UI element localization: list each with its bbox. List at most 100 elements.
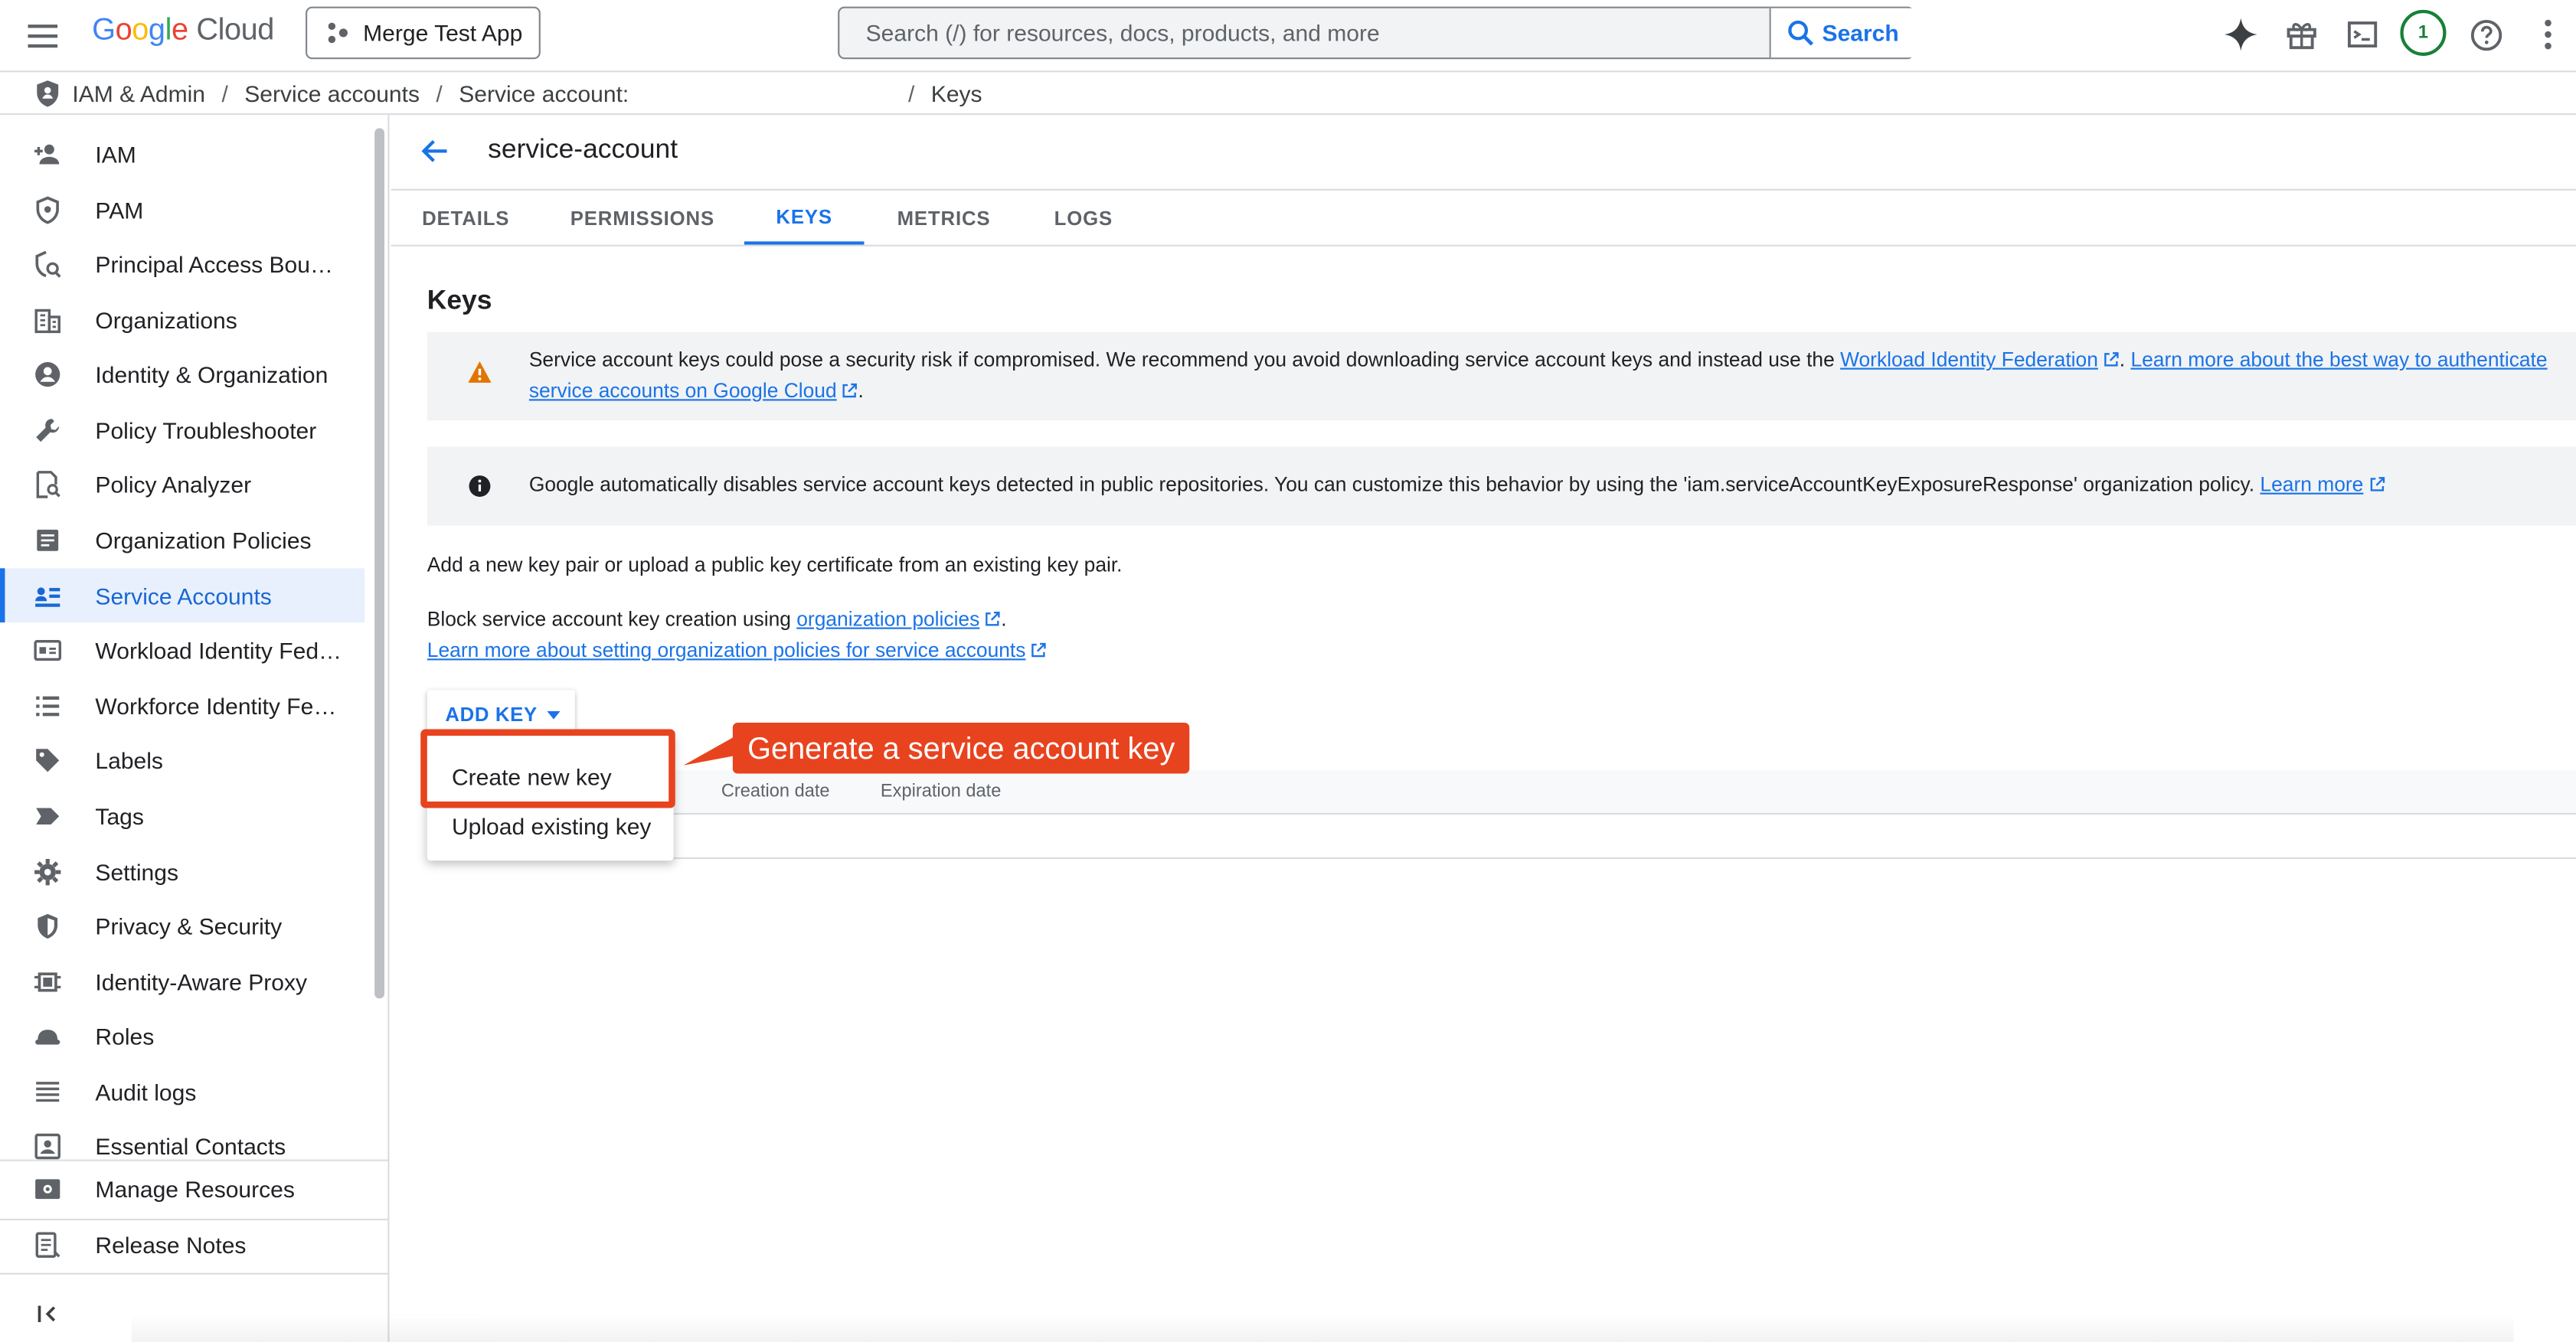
search-icon <box>1788 20 1814 46</box>
sidebar-item-label: Manage Resources <box>95 1175 295 1202</box>
sidebar-item-label: Organization Policies <box>95 526 312 553</box>
warning-text-tail: . <box>858 379 864 403</box>
gemini-sparkle-icon[interactable] <box>2219 13 2262 56</box>
organization-policies-link[interactable]: organization policies <box>796 608 979 631</box>
notifications-badge[interactable]: 1 <box>2400 9 2447 56</box>
gear-icon <box>34 859 61 886</box>
tab-logs[interactable]: LOGS <box>1040 191 1127 245</box>
tab-metrics[interactable]: METRICS <box>884 191 1004 245</box>
contact-icon <box>34 1133 60 1160</box>
sidebar-item-label: Labels <box>95 746 163 773</box>
sidebar-item-label: Essential Contacts <box>95 1132 286 1159</box>
wrench-icon <box>36 419 60 442</box>
sidebar-item-workforce-identity-federation[interactable]: Workforce Identity Fed... <box>0 678 364 733</box>
project-picker-button[interactable]: Merge Test App <box>306 6 541 60</box>
sidebar-item-label: Audit logs <box>95 1078 197 1105</box>
sidebar-scrollbar[interactable] <box>374 128 385 999</box>
authenticate-on-google-cloud-link[interactable]: service accounts on Google Cloud <box>529 380 837 403</box>
logo-letter: o <box>115 11 132 47</box>
main-menu-icon[interactable] <box>23 16 62 55</box>
tab-details[interactable]: DETAILS <box>391 191 541 245</box>
sidebar-item-service-accounts[interactable]: Service Accounts <box>0 568 365 623</box>
column-expiration-date: Expiration date <box>880 782 1002 802</box>
logo-cloud-text: Cloud <box>196 11 274 47</box>
tabs-divider <box>391 244 2576 247</box>
sidebar-item-organizations[interactable]: Organizations <box>0 292 364 347</box>
search-box: Search <box>838 6 1916 60</box>
breadcrumb-service-accounts[interactable]: Service accounts <box>244 80 420 106</box>
menu-upload-existing-key[interactable]: Upload existing key <box>427 803 674 849</box>
breadcrumb-iam-admin[interactable]: IAM & Admin <box>72 80 205 106</box>
sidebar-item-label: Settings <box>95 857 178 885</box>
collapse-sidebar-icon[interactable] <box>33 1301 63 1327</box>
sidebar-item-identity-aware-proxy[interactable]: Identity-Aware Proxy <box>0 954 364 1008</box>
external-link-icon <box>1031 642 1047 658</box>
sidebar-item-privacy-security[interactable]: Privacy & Security <box>0 899 364 953</box>
id-card-icon <box>34 640 62 661</box>
breadcrumb-service-account[interactable]: Service account: <box>459 80 629 106</box>
best-way-to-authenticate-link[interactable]: Learn more about the best way to authent… <box>2130 348 2547 371</box>
gift-icon[interactable] <box>2280 13 2323 56</box>
sidebar-item-label: Roles <box>95 1022 155 1049</box>
sidebar-item-label: Policy Troubleshooter <box>95 416 317 443</box>
sidebar-item-label: PAM <box>95 196 144 223</box>
breadcrumb-separator: / <box>908 80 915 106</box>
breadcrumb: IAM & Admin / Service accounts / Service… <box>0 72 2576 116</box>
sidebar-item-pam[interactable]: PAM <box>0 182 364 237</box>
sidebar-item-roles[interactable]: Roles <box>0 1008 364 1063</box>
sidebar-item-organization-policies[interactable]: Organization Policies <box>0 512 364 567</box>
info-icon <box>469 475 491 497</box>
sidebar-item-labels[interactable]: Labels <box>0 733 364 787</box>
create-key-highlight <box>420 729 675 808</box>
back-arrow-icon[interactable] <box>419 135 452 168</box>
lines-icon <box>36 1082 60 1102</box>
sidebar-item-tags[interactable]: Tags <box>0 789 364 843</box>
security-warning-banner: Service account keys could pose a securi… <box>427 331 2576 421</box>
info-learn-more-link[interactable]: Learn more <box>2260 473 2363 496</box>
info-text: Google automatically disables service ac… <box>528 472 2261 496</box>
column-creation-date: Creation date <box>721 782 830 802</box>
sidebar-item-iam[interactable]: IAM <box>0 126 364 181</box>
bottom-fade <box>131 1314 2514 1342</box>
google-cloud-logo[interactable]: Google Cloud <box>92 11 274 47</box>
sidebar-item-identity-organization[interactable]: Identity & Organization <box>0 347 364 401</box>
page-title: service-account <box>488 134 678 165</box>
search-input[interactable] <box>839 8 1770 58</box>
sidebar-item-policy-troubleshooter[interactable]: Policy Troubleshooter <box>0 403 364 457</box>
iam-shield-icon <box>37 80 59 106</box>
sidebar-item-workload-identity-federation[interactable]: Workload Identity Fede... <box>0 622 364 677</box>
keys-section-title: Keys <box>427 286 492 315</box>
tab-keys[interactable]: KEYS <box>744 191 865 245</box>
learn-more-org-policies-link[interactable]: Learn more about setting organization po… <box>427 639 1026 662</box>
help-icon[interactable] <box>2464 13 2507 56</box>
keys-table-header: Creation date Expiration date <box>427 770 2576 815</box>
external-link-icon <box>2369 477 2385 491</box>
service-account-icon <box>35 587 60 607</box>
dropdown-arrow-icon <box>547 710 561 719</box>
workload-identity-federation-link[interactable]: Workload Identity Federation <box>1840 348 2098 371</box>
sidebar-item-label: IAM <box>95 140 136 167</box>
cloud-shell-terminal-icon[interactable] <box>2341 13 2384 56</box>
document-search-icon <box>36 471 60 498</box>
sidebar-item-principal-access-boundary[interactable]: Principal Access Boun... <box>0 237 364 291</box>
external-link-icon <box>986 612 1001 626</box>
sidebar-item-settings[interactable]: Settings <box>0 844 364 899</box>
project-name: Merge Test App <box>363 19 523 47</box>
sidebar-release-notes[interactable]: Release Notes <box>0 1217 387 1272</box>
sidebar-item-policy-analyzer[interactable]: Policy Analyzer <box>0 456 364 511</box>
roles-icon <box>35 1030 60 1045</box>
sidebar-divider <box>0 1272 388 1275</box>
shield-icon <box>36 196 59 224</box>
person-add-icon <box>34 144 60 165</box>
add-key-label: ADD KEY <box>445 703 538 727</box>
tag-icon <box>36 808 60 824</box>
sidebar-item-audit-logs[interactable]: Audit logs <box>0 1064 364 1118</box>
logo-letter: o <box>132 11 149 47</box>
more-vert-icon[interactable] <box>2527 13 2570 56</box>
search-button[interactable]: Search <box>1769 8 1916 58</box>
sidebar-manage-resources[interactable]: Manage Resources <box>0 1161 388 1216</box>
info-banner: Google automatically disables service ac… <box>427 446 2576 526</box>
release-notes-icon <box>35 1232 60 1258</box>
tab-permissions[interactable]: PERMISSIONS <box>561 191 725 245</box>
logo-letter: G <box>92 11 116 47</box>
